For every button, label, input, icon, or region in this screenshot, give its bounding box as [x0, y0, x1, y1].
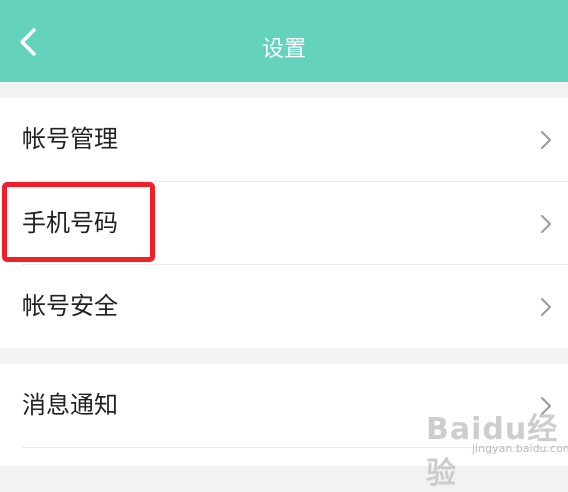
app-header: 设置: [0, 0, 568, 82]
settings-item-label: 帐号管理: [22, 125, 118, 153]
chevron-right-icon: [541, 131, 551, 149]
settings-item-label: 消息通知: [22, 391, 118, 419]
back-button[interactable]: [10, 22, 50, 62]
chevron-left-icon: [20, 28, 36, 56]
page-title: 设置: [261, 37, 306, 62]
watermark-url: jingyan.baidu.com: [472, 442, 568, 455]
chevron-right-icon: [541, 298, 551, 316]
settings-item-label: 帐号安全: [22, 292, 118, 320]
highlight-annotation-box: [2, 182, 155, 262]
settings-item-account-security[interactable]: 帐号安全: [0, 265, 568, 348]
chevron-right-icon: [541, 215, 551, 233]
settings-item-account-management[interactable]: 帐号管理: [0, 98, 568, 181]
